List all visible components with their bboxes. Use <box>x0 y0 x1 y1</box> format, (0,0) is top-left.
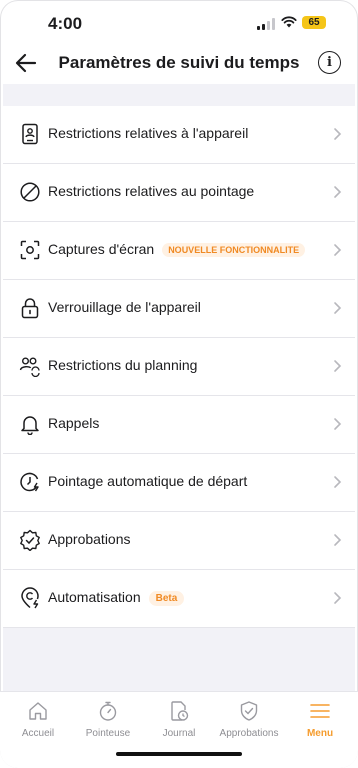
tab-journal[interactable]: Journal <box>143 700 215 739</box>
new-feature-badge: NOUVELLE FONCTIONNALITE <box>162 243 306 257</box>
tab-menu[interactable]: Menu <box>284 700 356 739</box>
setting-automation[interactable]: Automatisation Beta <box>3 570 355 628</box>
tab-label: Menu <box>306 728 334 739</box>
bell-icon <box>21 416 39 435</box>
shield-check-icon <box>240 701 258 721</box>
setting-label: Restrictions relatives à l'appareil <box>48 125 249 141</box>
status-time: 4:00 <box>48 14 83 33</box>
setting-device-lock[interactable]: Verrouillage de l'appareil <box>3 280 355 338</box>
chevron-right-icon <box>334 592 342 604</box>
setting-clocking-restrictions[interactable]: Restrictions relatives au pointage <box>3 164 355 222</box>
chevron-right-icon <box>334 534 342 546</box>
setting-label: Captures d'écran NOUVELLE FONCTIONNALITE <box>48 241 306 257</box>
setting-label: Restrictions du planning <box>48 357 198 373</box>
stopwatch-icon <box>99 701 117 721</box>
lock-icon <box>21 298 39 319</box>
chevron-right-icon <box>334 186 342 198</box>
setting-device-restrictions[interactable]: Restrictions relatives à l'appareil <box>3 106 355 164</box>
nav-header: Paramètres de suivi du temps i <box>0 44 358 84</box>
setting-auto-clock-out[interactable]: Pointage automatique de départ <box>3 454 355 512</box>
journal-icon <box>171 701 189 721</box>
home-indicator <box>116 752 242 756</box>
chevron-right-icon <box>334 244 342 256</box>
tab-home[interactable]: Accueil <box>2 700 74 739</box>
app-frame: 4:00 65 Paramètres de suivi du temps i R… <box>0 0 358 768</box>
setting-reminders[interactable]: Rappels <box>3 396 355 454</box>
chevron-right-icon <box>334 360 342 372</box>
chevron-right-icon <box>334 128 342 140</box>
setting-label-text: Captures d'écran <box>48 241 155 257</box>
setting-label: Approbations <box>48 531 131 547</box>
chevron-right-icon <box>334 418 342 430</box>
tab-label: Accueil <box>21 728 55 739</box>
setting-label: Automatisation Beta <box>48 589 185 606</box>
battery-level: 65 <box>308 17 320 28</box>
screenshot-icon <box>20 240 40 260</box>
setting-label: Restrictions relatives au pointage <box>48 183 255 199</box>
setting-label: Verrouillage de l'appareil <box>48 299 201 315</box>
signal-icon <box>257 18 275 30</box>
people-sync-icon <box>19 357 40 377</box>
status-bar: 4:00 65 <box>0 0 358 44</box>
tab-label: Journal <box>162 728 196 739</box>
setting-schedule-restrictions[interactable]: Restrictions du planning <box>3 338 355 396</box>
info-icon[interactable]: i <box>318 51 341 74</box>
tab-bar: Accueil Pointeuse Journal Approbations M… <box>0 691 358 768</box>
page-title: Paramètres de suivi du temps <box>58 53 300 72</box>
tab-approvals[interactable]: Approbations <box>213 700 285 739</box>
setting-label-text: Automatisation <box>48 589 141 605</box>
settings-list: Restrictions relatives à l'appareil Rest… <box>3 106 355 628</box>
tab-label: Pointeuse <box>85 728 131 739</box>
chevron-right-icon <box>334 302 342 314</box>
automation-icon <box>21 587 39 609</box>
battery-icon: 65 <box>302 16 326 29</box>
beta-badge: Beta <box>148 591 185 606</box>
home-icon <box>29 702 47 720</box>
setting-label: Rappels <box>48 415 100 431</box>
setting-approvals[interactable]: Approbations <box>3 512 355 570</box>
tab-label: Approbations <box>219 728 279 739</box>
auto-clock-out-icon <box>20 472 39 492</box>
approval-badge-icon <box>20 529 40 551</box>
menu-icon <box>310 704 330 718</box>
chevron-right-icon <box>334 476 342 488</box>
wifi-icon <box>281 16 297 28</box>
tab-time-clock[interactable]: Pointeuse <box>72 700 144 739</box>
setting-label: Pointage automatique de départ <box>48 473 248 489</box>
setting-screenshots[interactable]: Captures d'écran NOUVELLE FONCTIONNALITE <box>3 222 355 280</box>
prohibited-icon <box>20 182 40 202</box>
settings-content: Restrictions relatives à l'appareil Rest… <box>3 84 355 692</box>
phone-person-icon <box>22 123 38 145</box>
